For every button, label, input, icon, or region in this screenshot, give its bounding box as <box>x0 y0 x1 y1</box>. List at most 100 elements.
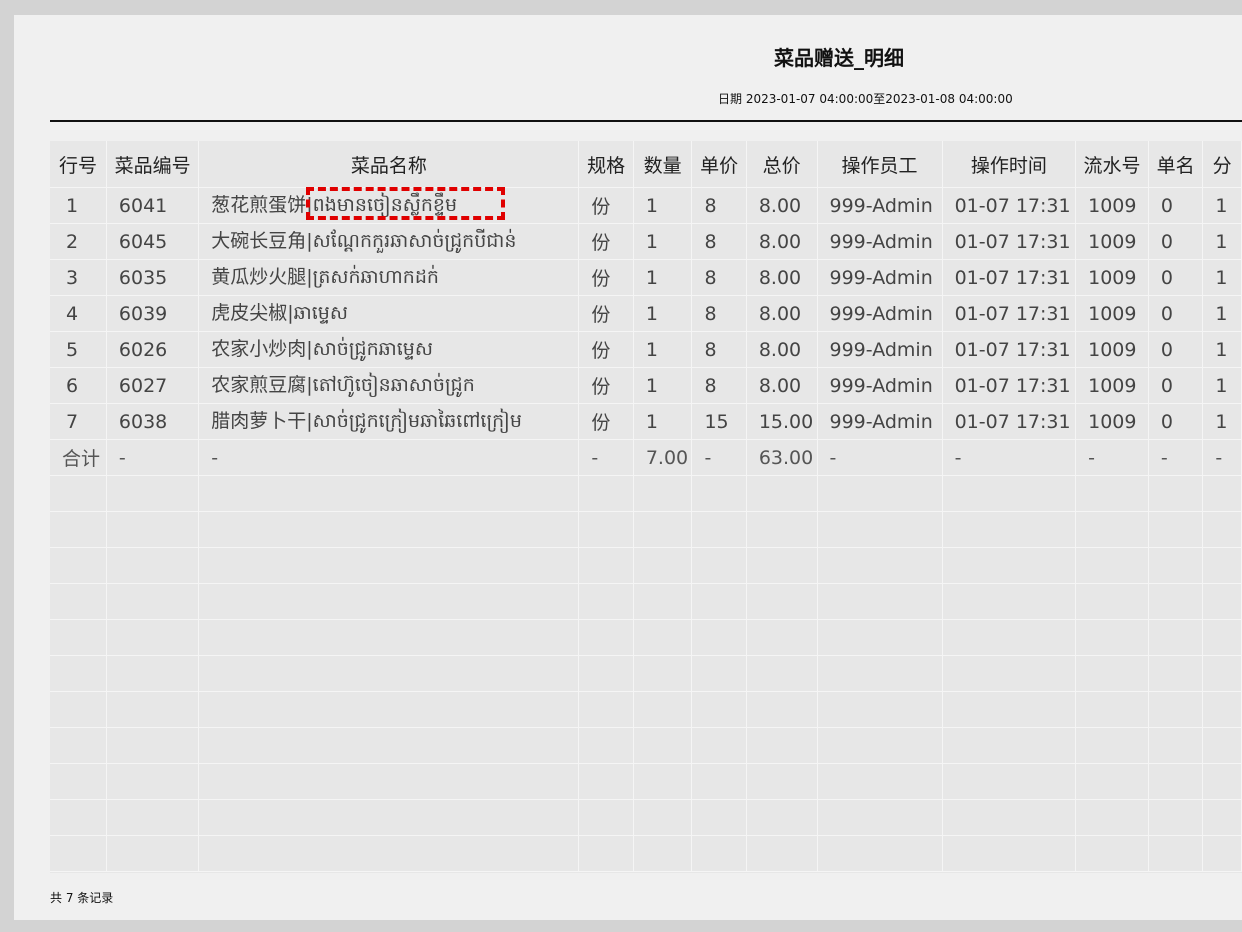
empty-cell <box>691 763 747 800</box>
table-row[interactable]: 6 6027 农家煎豆腐|តៅហ៊ូចៀនឆាសាច់ជ្រូក份 1 8 8.00 999… <box>50 367 1242 404</box>
total-cell: 合计 <box>50 439 107 476</box>
table-cell: 01-07 17:31 <box>942 223 1077 260</box>
table-cell: 999-Admin <box>817 187 943 224</box>
empty-cell <box>1148 655 1204 692</box>
empty-cell <box>578 547 634 584</box>
table-row[interactable]: 5 6026 农家小炒肉|សាច់ជ្រូកឆាម្ទេស份 1 8 8.00 999-Ad… <box>50 331 1242 368</box>
empty-cell <box>50 511 107 548</box>
table-cell: 8 <box>691 259 747 296</box>
column-header[interactable]: 分 <box>1202 141 1242 188</box>
empty-cell <box>746 655 818 692</box>
column-header[interactable]: 流水号 <box>1075 141 1149 188</box>
table-row[interactable]: 1 6041 葱花煎蛋饼|ពងមានចៀនស្លឹកខ្ទឹម份 1 8 8.00 999-… <box>50 187 1242 224</box>
empty-cell <box>578 619 634 656</box>
table-cell: 腊肉萝卜干|សាច់ជ្រូកក្រៀមឆាឆៃពៅក្រៀម <box>198 403 580 440</box>
empty-cell <box>1148 547 1204 584</box>
empty-cell <box>578 583 634 620</box>
table-cell: 01-07 17:31 <box>942 295 1077 332</box>
table-cell: 7 <box>50 403 107 440</box>
table-cell: 0 <box>1148 367 1204 404</box>
column-header[interactable]: 总价 <box>746 141 818 188</box>
empty-cell <box>691 799 747 836</box>
empty-cell <box>1075 763 1149 800</box>
table-cell: 0 <box>1148 331 1204 368</box>
table-cell: 1 <box>1202 331 1242 368</box>
table-cell: 01-07 17:31 <box>942 403 1077 440</box>
empty-cell <box>942 547 1077 584</box>
empty-cell <box>198 835 580 872</box>
table-cell: 1009 <box>1075 259 1149 296</box>
empty-cell <box>691 691 747 728</box>
column-header[interactable]: 规格 <box>578 141 634 188</box>
empty-cell <box>198 799 580 836</box>
empty-cell <box>1148 799 1204 836</box>
empty-cell <box>198 511 580 548</box>
empty-cell <box>817 475 943 512</box>
table-row[interactable]: 7 6038 腊肉萝卜干|សាច់ជ្រូកក្រៀមឆាឆៃពៅក្រៀម份 1 15… <box>50 403 1242 440</box>
column-header[interactable]: 菜品名称 <box>198 141 580 188</box>
table-row[interactable]: 4 6039 虎皮尖椒|ឆាម្ទេស份 1 8 8.00 999-Admin 01-07 1… <box>50 295 1242 332</box>
table-cell: 8.00 <box>746 331 818 368</box>
table-cell: 1009 <box>1075 331 1149 368</box>
table-row[interactable]: 2 6045 大碗长豆角|សណ្ដែកកួរឆាសាច់ជ្រូកបីជាន់份 1 8… <box>50 223 1242 260</box>
empty-cell <box>746 727 818 764</box>
empty-cell <box>746 619 818 656</box>
empty-cell <box>1148 619 1204 656</box>
column-header[interactable]: 单名 <box>1148 141 1204 188</box>
table-cell: 份 <box>578 187 634 224</box>
total-cell: - <box>942 439 1077 476</box>
empty-cell <box>633 691 693 728</box>
empty-cell <box>198 583 580 620</box>
table-cell: 6038 <box>106 403 200 440</box>
column-header[interactable]: 行号 <box>50 141 107 188</box>
empty-cell <box>817 655 943 692</box>
empty-cell <box>1075 799 1149 836</box>
empty-cell <box>691 547 747 584</box>
column-header[interactable]: 操作时间 <box>942 141 1077 188</box>
column-header[interactable]: 菜品编号 <box>106 141 200 188</box>
empty-cell <box>633 655 693 692</box>
empty-cell <box>578 799 634 836</box>
empty-cell <box>633 547 693 584</box>
empty-cell <box>817 799 943 836</box>
table-cell: 15 <box>691 403 747 440</box>
column-header[interactable]: 操作员工 <box>817 141 943 188</box>
empty-cell <box>1202 619 1242 656</box>
table-cell: 1 <box>1202 367 1242 404</box>
empty-cell <box>1075 727 1149 764</box>
empty-cell <box>1148 511 1204 548</box>
empty-cell <box>746 475 818 512</box>
column-header[interactable]: 单价 <box>691 141 747 188</box>
empty-cell <box>106 727 200 764</box>
empty-cell <box>1148 475 1204 512</box>
empty-cell <box>50 691 107 728</box>
table-row[interactable]: 3 6035 黄瓜炒火腿|ត្រសក់ឆាហាកដក់份 1 8 8.00 999-Admi… <box>50 259 1242 296</box>
table-cell: 1009 <box>1075 403 1149 440</box>
empty-cell <box>198 547 580 584</box>
table-cell: 1009 <box>1075 295 1149 332</box>
empty-cell <box>1202 835 1242 872</box>
empty-row <box>50 547 1242 584</box>
empty-cell <box>633 835 693 872</box>
table-cell: 0 <box>1148 223 1204 260</box>
table-cell: 4 <box>50 295 107 332</box>
empty-cell <box>1148 835 1204 872</box>
empty-cell <box>746 511 818 548</box>
empty-cell <box>1148 583 1204 620</box>
table-cell: 6026 <box>106 331 200 368</box>
empty-cell <box>633 511 693 548</box>
empty-cell <box>198 619 580 656</box>
table-cell: 份 <box>578 403 634 440</box>
empty-cell <box>1075 475 1149 512</box>
empty-cell <box>691 583 747 620</box>
table-cell: 1 <box>633 403 693 440</box>
empty-cell <box>691 655 747 692</box>
empty-cell <box>942 763 1077 800</box>
column-header[interactable]: 数量 <box>633 141 693 188</box>
table-cell: 1009 <box>1075 367 1149 404</box>
empty-cell <box>1202 511 1242 548</box>
empty-cell <box>942 691 1077 728</box>
table-cell: 1 <box>633 331 693 368</box>
table-cell: 8.00 <box>746 259 818 296</box>
table-cell: 农家小炒肉|សាច់ជ្រូកឆាម្ទេស <box>198 331 580 368</box>
